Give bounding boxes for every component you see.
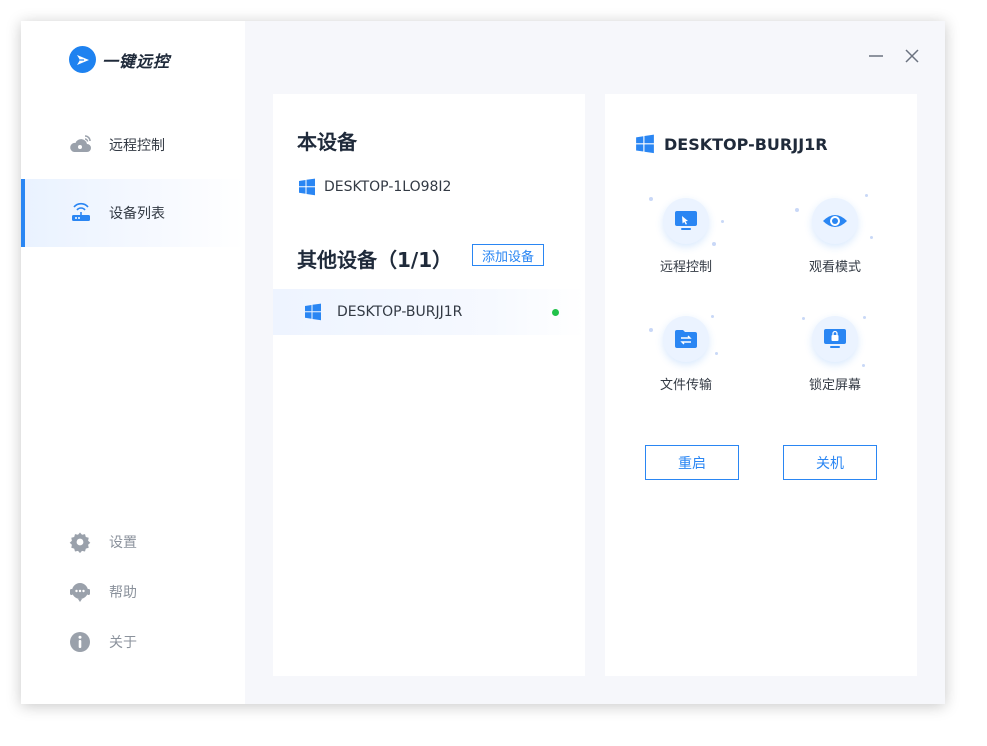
- action-circle: [663, 198, 709, 244]
- device-detail-panel: DESKTOP-BURJJ1R 远程控制 观看模式 文件传输 锁定屏幕 重启 关…: [605, 94, 917, 676]
- nav-label: 设备列表: [109, 206, 165, 222]
- windows-icon: [305, 303, 321, 321]
- watch-mode-action[interactable]: 观看模式: [790, 198, 880, 275]
- online-status-dot: [552, 309, 559, 316]
- logo-icon: [69, 46, 96, 73]
- decor-dot: [865, 194, 868, 197]
- device-row[interactable]: DESKTOP-BURJJ1R: [273, 289, 585, 335]
- action-circle: [812, 316, 858, 362]
- remote-desktop-icon: [675, 211, 697, 230]
- device-list-panel: 本设备 DESKTOP-1LO98I2 其他设备（1/1） 添加设备 DESKT…: [273, 94, 585, 676]
- settings-label: 设置: [109, 535, 137, 551]
- nav-label: 远程控制: [109, 138, 165, 154]
- cloud-remote-icon: [70, 135, 91, 152]
- local-device-title: 本设备: [297, 130, 357, 154]
- app-window: 一键远控 远程控制 设备列表 设置 帮助 关于 本设备 DESKTOP-1LO9…: [21, 21, 945, 704]
- eye-icon: [823, 215, 847, 227]
- router-icon: [72, 202, 90, 221]
- selected-device-header: DESKTOP-BURJJ1R: [635, 134, 828, 154]
- app-logo: 一键远控: [69, 46, 170, 73]
- about-label: 关于: [109, 635, 137, 651]
- lock-screen-action[interactable]: 锁定屏幕: [790, 316, 880, 393]
- folder-transfer-icon: [675, 330, 697, 348]
- action-label: 远程控制: [659, 260, 712, 275]
- action-circle: [812, 198, 858, 244]
- settings-button[interactable]: 设置: [69, 530, 137, 554]
- app-title: 一键远控: [102, 51, 171, 71]
- help-button[interactable]: 帮助: [69, 580, 137, 604]
- windows-icon: [636, 134, 654, 154]
- action-label: 观看模式: [808, 260, 861, 275]
- device-row-name: DESKTOP-BURJJ1R: [337, 304, 463, 320]
- nav-item-device-list[interactable]: 设备列表: [21, 179, 245, 247]
- restart-button[interactable]: 重启: [645, 445, 739, 480]
- action-label: 锁定屏幕: [808, 378, 861, 393]
- file-transfer-action[interactable]: 文件传输: [641, 316, 731, 393]
- action-label: 文件传输: [659, 378, 712, 393]
- gear-icon: [69, 532, 91, 553]
- selected-device-name: DESKTOP-BURJJ1R: [664, 134, 828, 154]
- info-icon: [70, 632, 90, 652]
- lock-screen-icon: [824, 329, 846, 348]
- action-circle: [663, 316, 709, 362]
- remote-control-action[interactable]: 远程控制: [641, 198, 731, 275]
- minimize-icon[interactable]: [866, 46, 886, 66]
- about-button[interactable]: 关于: [69, 630, 137, 654]
- local-device-name: DESKTOP-1LO98I2: [324, 179, 452, 195]
- help-label: 帮助: [109, 585, 137, 601]
- nav-item-remote-control[interactable]: 远程控制: [21, 111, 245, 179]
- close-icon[interactable]: [902, 46, 922, 66]
- other-devices-title: 其他设备（1/1）: [297, 248, 453, 272]
- windows-icon: [299, 178, 315, 196]
- add-device-button[interactable]: 添加设备: [472, 244, 544, 266]
- local-device-item: DESKTOP-1LO98I2: [298, 178, 451, 196]
- help-chat-icon: [70, 583, 90, 602]
- shutdown-button[interactable]: 关机: [783, 445, 877, 480]
- sidebar: 一键远控 远程控制 设备列表 设置 帮助 关于: [21, 21, 245, 704]
